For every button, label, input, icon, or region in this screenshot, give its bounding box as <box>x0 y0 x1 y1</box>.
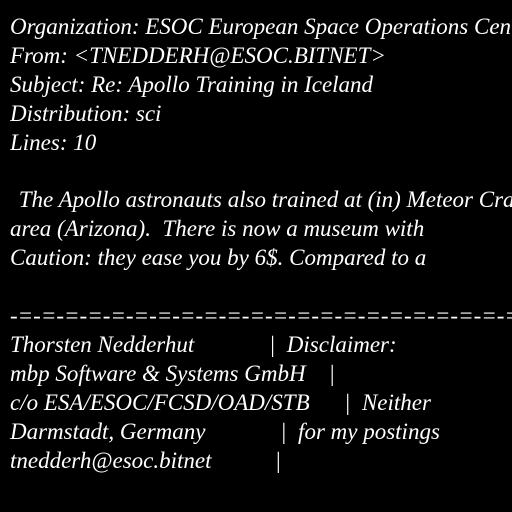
body-line: The Apollo astronauts also trained at (i… <box>13 187 512 212</box>
signature-line: mbp Software & Systems GmbH | <box>10 361 335 386</box>
message-window: Organization: ESOC European Space Operat… <box>0 0 512 512</box>
body-line: area (Arizona). There is now a museum wi… <box>10 216 425 241</box>
body-line: Caution: they ease you by 6$. Compared t… <box>10 245 427 270</box>
organization-header: Organization: ESOC European Space Operat… <box>10 14 512 39</box>
signature-divider: -=-=-=-=-=-=-=-=-=-=-=-=-=-=-=-=-=-=-=-=… <box>10 303 512 328</box>
signature-line: Thorsten Nedderhut | Disclaimer: <box>10 332 397 357</box>
distribution-header: Distribution: sci <box>10 100 210 128</box>
distribution-text: Distribution: sci <box>10 101 162 126</box>
signature-line: Darmstadt, Germany | for my postings <box>10 419 440 444</box>
subject-header: Subject: Re: Apollo Training in Iceland <box>10 72 374 97</box>
from-header: From: <TNEDDERH@ESOC.BITNET> <box>10 43 386 68</box>
signature-line: tnedderh@esoc.bitnet | <box>10 448 282 473</box>
lines-header: Lines: 10 <box>10 129 118 157</box>
signature-line: c/o ESA/ESOC/FCSD/OAD/STB | Neither <box>10 390 431 415</box>
lines-text: Lines: 10 <box>10 130 97 155</box>
